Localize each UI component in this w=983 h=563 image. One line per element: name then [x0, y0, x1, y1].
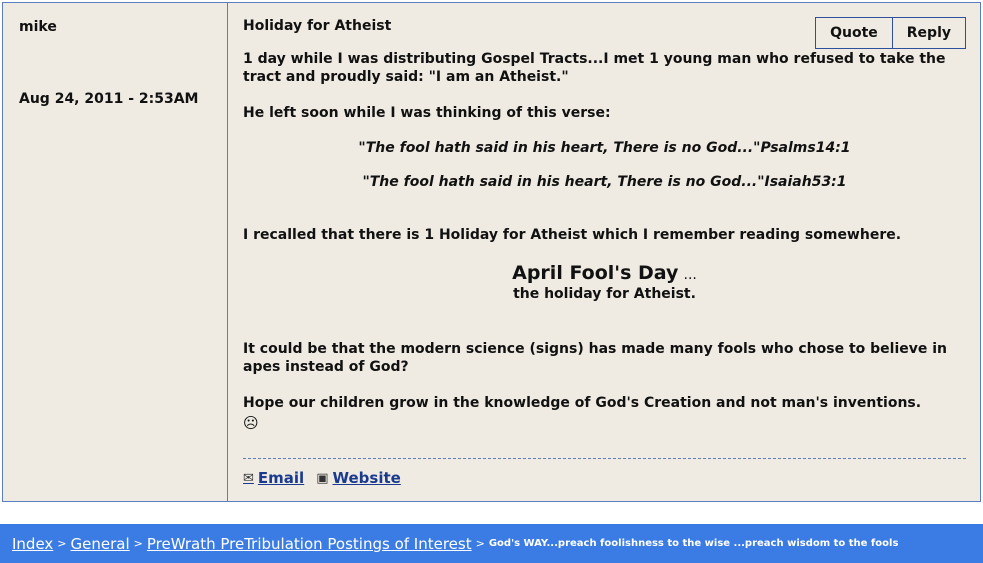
author-column: mike Aug 24, 2011 - 2:53AM [3, 3, 228, 501]
website-icon: ▣ [316, 470, 329, 486]
post-paragraph: It could be that the modern science (sig… [243, 341, 948, 375]
breadcrumb-separator: > [133, 537, 143, 550]
post-paragraph: 1 day while I was distributing Gospel Tr… [243, 51, 946, 85]
forum-post: mike Aug 24, 2011 - 2:53AM Holiday for A… [2, 2, 981, 502]
breadcrumb-current: God's WAY...preach foolishness to the wi… [488, 538, 899, 549]
feature-ellipsis: ... [683, 267, 697, 283]
feature-heading: April Fool's Day [512, 262, 679, 284]
email-icon: ✉ [243, 470, 254, 486]
website-link-label: Website [332, 469, 401, 487]
feature-subtitle: the holiday for Atheist. [513, 286, 696, 302]
post-date: Aug 24, 2011 - 2:53AM [19, 91, 199, 107]
breadcrumb-item-index[interactable]: Index [12, 535, 53, 553]
quote-button[interactable]: Quote [816, 18, 892, 48]
breadcrumb-separator: > [57, 537, 67, 550]
verse-quote: "The fool hath said in his heart, There … [358, 140, 851, 156]
divider [243, 458, 966, 459]
reply-button[interactable]: Reply [891, 18, 965, 48]
breadcrumb: Index > General > PreWrath PreTribulatio… [0, 524, 983, 563]
email-link-label: Email [257, 469, 305, 487]
post-actions: Quote Reply [815, 17, 966, 49]
feature-block: April Fool's Day ... the holiday for Ath… [243, 262, 966, 302]
post-content: Holiday for Atheist Quote Reply 1 day wh… [228, 3, 980, 501]
website-link[interactable]: ▣ Website [316, 469, 401, 487]
author-name: mike [19, 19, 57, 35]
breadcrumb-item-general[interactable]: General [71, 535, 130, 553]
breadcrumb-separator: > [475, 537, 485, 550]
verse-quote: "The fool hath said in his heart, There … [362, 174, 847, 190]
post-paragraph: He left soon while I was thinking of thi… [243, 105, 611, 121]
post-paragraph: Hope our children grow in the knowledge … [243, 395, 922, 411]
breadcrumb-item-forum[interactable]: PreWrath PreTribulation Postings of Inte… [147, 535, 472, 553]
post-paragraph: I recalled that there is 1 Holiday for A… [243, 227, 902, 243]
post-links: ✉ Email ▣ Website [243, 469, 401, 487]
email-link[interactable]: ✉ Email [243, 469, 304, 487]
smiley-icon: ☹ [243, 414, 259, 432]
